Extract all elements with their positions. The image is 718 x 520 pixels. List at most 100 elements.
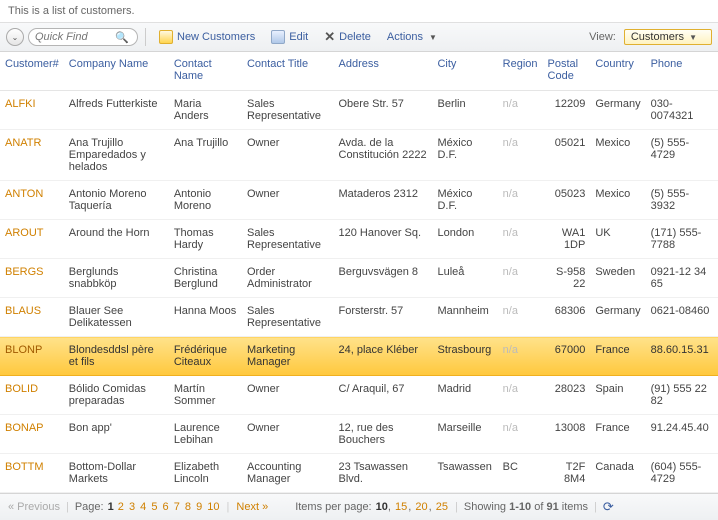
table-row[interactable]: BERGSBerglunds snabbköpChristina Berglun… [0,259,718,298]
pager: « Previous | Page: 1 2 3 4 5 6 7 8 9 10 … [0,493,718,520]
cell-region: BC [498,454,543,493]
table-row[interactable]: ANATRAna Trujillo Emparedados y heladosA… [0,130,718,181]
cell-company: Alfreds Futterkiste [64,91,169,130]
customer-link[interactable]: BLAUS [5,305,41,317]
page-link[interactable]: 7 [173,501,181,513]
customer-link[interactable]: BONAP [5,422,44,434]
page-link[interactable]: 9 [195,501,203,513]
na-value: n/a [503,344,518,356]
cell-city: Marseille [432,415,497,454]
cell-region: n/a [498,376,543,415]
page-link[interactable]: 10 [206,501,220,513]
cell-title: Owner [242,181,334,220]
cell-id: BOTTM [0,454,64,493]
cell-phone: 0921-12 34 65 [646,259,718,298]
customer-link[interactable]: BOLID [5,383,38,395]
cell-city: Berlin [432,91,497,130]
customer-link[interactable]: ALFKI [5,98,36,110]
quick-find-input[interactable] [35,31,115,43]
cell-contact: Elizabeth Lincoln [169,454,242,493]
cell-region: n/a [498,337,543,376]
cell-company: Ana Trujillo Emparedados y helados [64,130,169,181]
page-link[interactable]: 4 [139,501,147,513]
col-contact[interactable]: Contact Name [169,52,242,91]
cell-city: London [432,220,497,259]
page-link[interactable]: 2 [117,501,125,513]
cell-phone: 0621-08460 [646,298,718,337]
customer-link[interactable]: BLONP [5,344,42,356]
col-customer-id[interactable]: Customer# [0,52,64,91]
table-row[interactable]: ALFKIAlfreds FutterkisteMaria AndersSale… [0,91,718,130]
quick-find-dropdown[interactable]: ⌄ [6,28,24,46]
search-icon[interactable]: 🔍 [115,31,129,44]
table-row[interactable]: BLONPBlondesddsl père et filsFrédérique … [0,337,718,376]
na-value: n/a [503,98,518,110]
customer-link[interactable]: AROUT [5,227,44,239]
edit-label: Edit [289,31,308,43]
edit-icon [271,30,285,44]
cell-city: Strasbourg [432,337,497,376]
col-company[interactable]: Company Name [64,52,169,91]
new-customers-label: New Customers [177,31,255,43]
cell-phone: (91) 555 22 82 [646,376,718,415]
delete-button[interactable]: ✕ Delete [318,27,377,47]
col-city[interactable]: City [432,52,497,91]
cell-phone: (5) 555-3932 [646,181,718,220]
table-row[interactable]: BOLIDBólido Comidas preparadasMartín Som… [0,376,718,415]
cell-address: 23 Tsawassen Blvd. [334,454,433,493]
cell-address: 120 Hanover Sq. [334,220,433,259]
col-phone[interactable]: Phone [646,52,718,91]
cell-id: BERGS [0,259,64,298]
col-postal[interactable]: Postal Code [543,52,591,91]
table-row[interactable]: BOTTMBottom-Dollar MarketsElizabeth Linc… [0,454,718,493]
table-row[interactable]: ANTONAntonio Moreno TaqueríaAntonio More… [0,181,718,220]
cell-country: Canada [590,454,645,493]
delete-icon: ✕ [324,29,335,45]
quick-find-container[interactable]: 🔍 [28,28,138,46]
cell-region: n/a [498,130,543,181]
customer-link[interactable]: BOTTM [5,461,44,473]
ipp-link[interactable]: 20 [414,501,428,513]
page-link[interactable]: 5 [150,501,158,513]
col-country[interactable]: Country [590,52,645,91]
cell-phone: (171) 555-7788 [646,220,718,259]
cell-postal: 05021 [543,130,591,181]
cell-title: Marketing Manager [242,337,334,376]
cell-country: Mexico [590,130,645,181]
page-link[interactable]: 3 [128,501,136,513]
page-link[interactable]: 8 [184,501,192,513]
cell-address: 12, rue des Bouchers [334,415,433,454]
edit-button[interactable]: Edit [265,28,314,46]
col-region[interactable]: Region [498,52,543,91]
table-row[interactable]: BONAPBon app'Laurence LebihanOwner12, ru… [0,415,718,454]
view-select[interactable]: Customers ▼ [624,29,712,45]
ipp-link[interactable]: 25 [435,501,449,513]
col-title[interactable]: Contact Title [242,52,334,91]
cell-id: BOLID [0,376,64,415]
cell-country: France [590,415,645,454]
cell-phone: 030-0074321 [646,91,718,130]
ipp-link[interactable]: 15 [394,501,408,513]
page-link[interactable]: 6 [162,501,170,513]
new-customers-button[interactable]: New Customers [153,28,261,46]
cell-company: Antonio Moreno Taquería [64,181,169,220]
cell-company: Blondesddsl père et fils [64,337,169,376]
na-value: n/a [503,305,518,317]
table-row[interactable]: BLAUSBlauer See DelikatessenHanna MoosSa… [0,298,718,337]
cell-id: AROUT [0,220,64,259]
cell-id: BLONP [0,337,64,376]
cell-region: n/a [498,91,543,130]
cell-country: Germany [590,298,645,337]
next-page[interactable]: Next » [235,501,269,513]
cell-address: C/ Araquil, 67 [334,376,433,415]
refresh-icon[interactable]: ⟳ [603,499,614,515]
table-row[interactable]: AROUTAround the HornThomas HardySales Re… [0,220,718,259]
col-address[interactable]: Address [334,52,433,91]
prev-page[interactable]: « Previous [8,501,60,513]
customer-link[interactable]: BERGS [5,266,44,278]
customer-link[interactable]: ANATR [5,137,41,149]
customer-link[interactable]: ANTON [5,188,43,200]
actions-button[interactable]: Actions ▼ [381,29,443,45]
cell-address: Berguvsvägen 8 [334,259,433,298]
cell-city: México D.F. [432,181,497,220]
